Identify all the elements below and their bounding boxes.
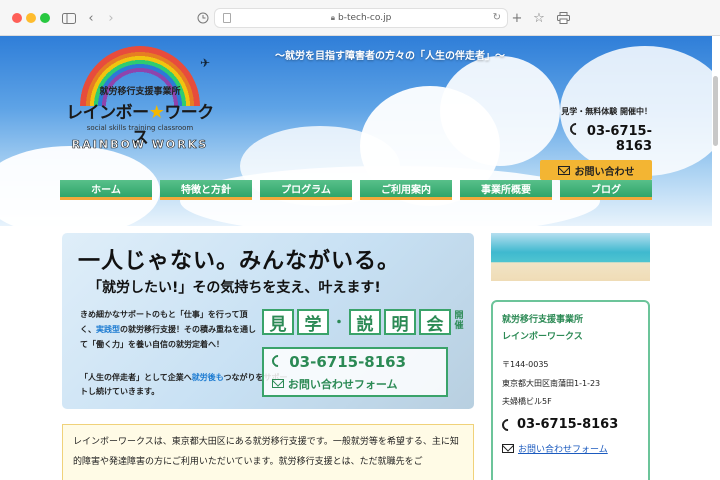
bookmark-star-icon[interactable]: ☆ bbox=[528, 8, 550, 28]
global-nav: ホーム 特徴と方針 プログラム ご利用案内 事業所概要 ブログ bbox=[60, 180, 652, 200]
trial-notice: 見学・無料体験 開催中！ bbox=[561, 107, 652, 116]
banner-subhead: 「就労したい!」その気持ちを支え、叶えます! bbox=[88, 280, 381, 296]
back-icon[interactable]: ‹ bbox=[80, 8, 102, 28]
sidebar-phone[interactable]: 03-6715-8163 bbox=[499, 416, 639, 434]
print-icon[interactable] bbox=[552, 8, 574, 28]
header-inquiry-button[interactable]: お問い合わせ bbox=[540, 160, 652, 180]
lock-icon: 🔒︎ bbox=[330, 13, 335, 22]
phone-icon bbox=[269, 352, 287, 370]
mail-icon bbox=[272, 379, 284, 388]
sidebar-toggle-icon[interactable] bbox=[58, 8, 80, 28]
sidebar-info-card: 就労移行支援事業所 レインボーワークス 〒144-0035 東京都大田区南蒲田1-… bbox=[491, 300, 650, 480]
new-tab-icon[interactable]: + bbox=[506, 8, 528, 28]
page-viewport: ✈ 〜就労を目指す障害者の方々の「人生の伴走者」〜 就労移行支援事業所 レインボ… bbox=[0, 36, 720, 480]
logo-english-small: social skills training classroom bbox=[86, 124, 194, 132]
nav-item-features[interactable]: 特徴と方針 bbox=[160, 180, 252, 200]
nav-item-home[interactable]: ホーム bbox=[60, 180, 152, 200]
banner-footnote: 「人生の伴走者」として企業へ就労後もつながりをサポートし続けていきます。 bbox=[80, 373, 288, 397]
banner-contact-box[interactable]: 03-6715-8163 お問い合わせフォーム bbox=[262, 347, 448, 397]
close-window-button[interactable] bbox=[12, 13, 22, 23]
hero-header: ✈ 〜就労を目指す障害者の方々の「人生の伴走者」〜 就労移行支援事業所 レインボ… bbox=[0, 36, 712, 226]
intro-text: レインボーワークスは、東京都大田区にある就労移行支援です。一般就労等を希望する、… bbox=[62, 424, 474, 480]
banner-headline: 一人じゃない。みんながいる。 bbox=[78, 249, 401, 274]
tagline: 〜就労を目指す障害者の方々の「人生の伴走者」〜 bbox=[275, 51, 505, 62]
browser-toolbar: ‹ › 🔒︎ b-tech-co.jp ↻ + ☆ bbox=[0, 0, 720, 36]
zoom-window-button[interactable] bbox=[40, 13, 50, 23]
page-icon bbox=[223, 13, 231, 23]
nav-item-about[interactable]: 事業所概要 bbox=[460, 180, 552, 200]
privacy-report-icon[interactable] bbox=[192, 8, 214, 28]
url-text: b-tech-co.jp bbox=[337, 13, 392, 23]
sidebar-form-link[interactable]: お問い合わせフォーム bbox=[502, 442, 639, 455]
beach-photo bbox=[491, 233, 650, 281]
header-phone[interactable]: 03-6715-8163 bbox=[540, 120, 652, 154]
nav-item-guide[interactable]: ご利用案内 bbox=[360, 180, 452, 200]
mail-icon bbox=[502, 444, 514, 454]
site-logo[interactable]: 就労移行支援事業所 レインボー★ワークス social skills train… bbox=[60, 46, 220, 156]
minimize-window-button[interactable] bbox=[26, 13, 36, 23]
sidebar-org: 就労移行支援事業所 レインボーワークス bbox=[502, 315, 584, 343]
sidebar-address: 〒144-0035 東京都大田区南蒲田1-1-23 夫婦橋ビル5F bbox=[502, 360, 601, 406]
logo-subtitle: 就労移行支援事業所 bbox=[99, 87, 181, 97]
header-contact: 見学・無料体験 開催中！ 03-6715-8163 お問い合わせ bbox=[540, 106, 652, 180]
banner-phone[interactable]: 03-6715-8163 bbox=[269, 352, 406, 371]
forward-icon[interactable]: › bbox=[100, 8, 122, 28]
logo-english-big: RAINBOW WORKS bbox=[71, 138, 209, 152]
banner-form-link[interactable]: お問い合わせフォーム bbox=[272, 376, 398, 392]
phone-icon bbox=[499, 416, 517, 434]
nav-item-program[interactable]: プログラム bbox=[260, 180, 352, 200]
address-bar[interactable]: 🔒︎ b-tech-co.jp ↻ bbox=[214, 8, 508, 28]
vertical-scrollbar[interactable] bbox=[713, 76, 718, 146]
main-banner[interactable]: 一人じゃない。みんながいる。 「就労したい!」その気持ちを支え、叶えます! きめ… bbox=[62, 233, 474, 409]
phone-icon bbox=[567, 120, 585, 138]
star-icon: ★ bbox=[148, 102, 165, 123]
reload-icon[interactable]: ↻ bbox=[493, 12, 501, 23]
banner-body: きめ細かなサポートのもと「仕事」を行って頂く、実践型の就労移行支援！その積み重ね… bbox=[80, 310, 256, 349]
rainbow-icon bbox=[80, 46, 200, 106]
briefing-session-label: 見 学 ・ 説 明 会 開催 bbox=[262, 309, 464, 335]
nav-item-blog[interactable]: ブログ bbox=[560, 180, 652, 200]
mail-icon bbox=[557, 165, 570, 175]
